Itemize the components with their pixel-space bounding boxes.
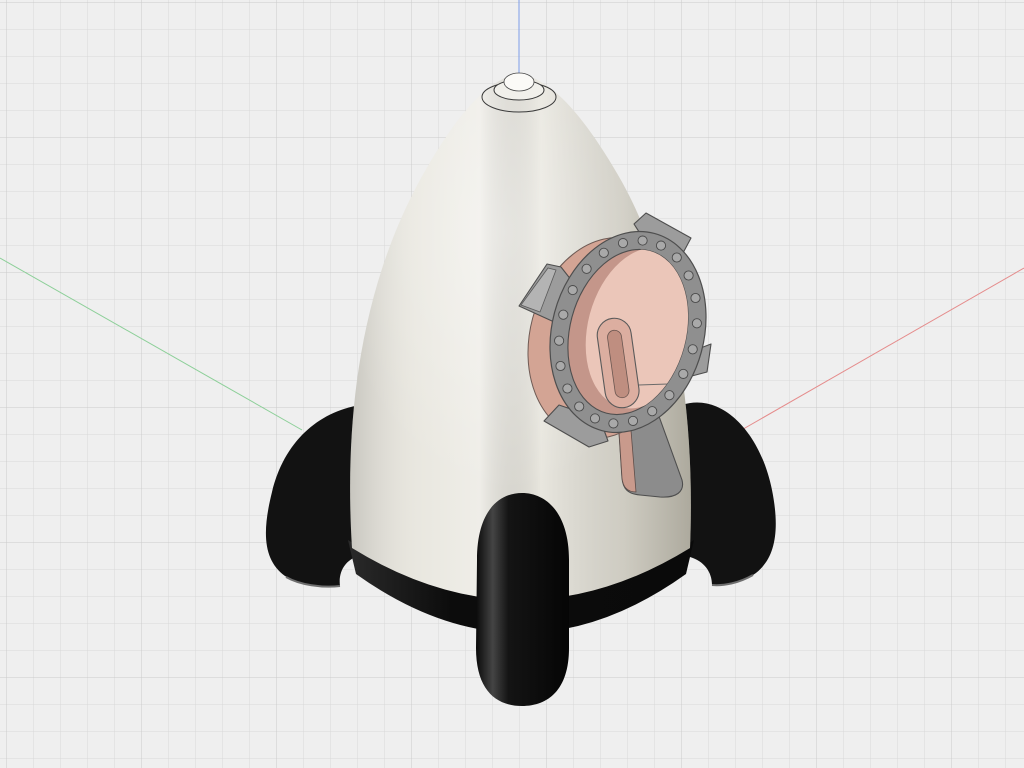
- porthole-bolt: [598, 247, 609, 258]
- porthole-bolt: [678, 368, 689, 379]
- front-fin[interactable]: [476, 493, 569, 706]
- viewport-canvas[interactable]: [0, 0, 1024, 768]
- porthole-bolt: [655, 240, 667, 251]
- porthole-bolt: [567, 285, 578, 296]
- porthole-bolt: [683, 270, 694, 281]
- 3d-viewport[interactable]: [0, 0, 1024, 768]
- porthole-bolt: [589, 413, 601, 424]
- porthole-bolt: [690, 292, 701, 304]
- porthole-bolt: [637, 235, 648, 246]
- porthole-bolt: [647, 406, 658, 417]
- porthole-bolt: [664, 390, 675, 401]
- porthole-bolt: [608, 418, 619, 429]
- porthole-bolt: [691, 318, 702, 329]
- nose-cap[interactable]: [503, 72, 535, 92]
- porthole-bolt: [687, 344, 698, 355]
- porthole-bolt: [562, 383, 573, 394]
- porthole-bolt: [558, 309, 569, 320]
- porthole-bolt: [671, 252, 682, 263]
- porthole-bolt: [555, 360, 566, 372]
- porthole-bolt: [554, 335, 565, 346]
- porthole-bolt: [581, 263, 592, 274]
- porthole-bolt: [627, 415, 639, 426]
- porthole-bolt: [574, 401, 585, 412]
- porthole-bolt: [617, 238, 629, 249]
